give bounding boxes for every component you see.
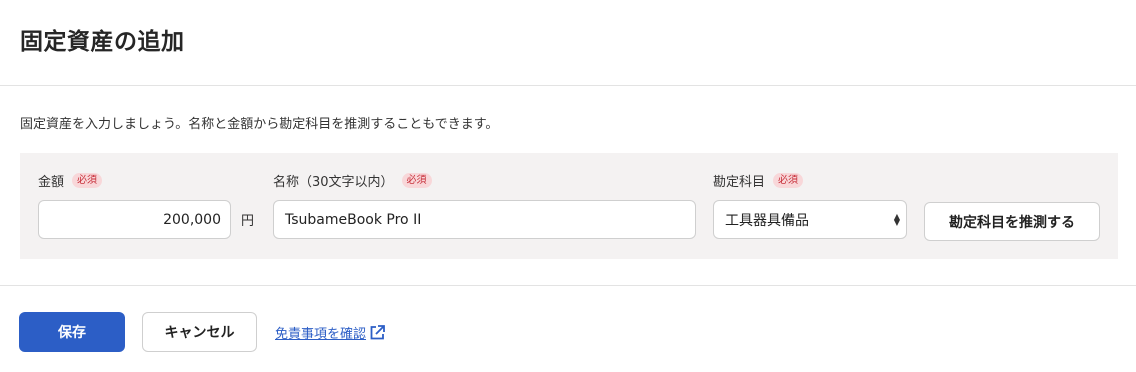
guess-account-button[interactable]: 勘定科目を推測する — [924, 202, 1100, 241]
dialog-title: 固定資産の追加 — [20, 29, 185, 55]
amount-required-badge: 必須 — [72, 173, 103, 188]
save-button[interactable]: 保存 — [19, 312, 125, 352]
account-select[interactable]: 工具器具備品 ▲ ▼ — [713, 200, 907, 239]
account-selected-value: 工具器具備品 — [725, 212, 809, 229]
amount-label: 金額 — [38, 175, 65, 190]
name-value: TsubameBook Pro II — [285, 211, 422, 228]
name-input[interactable]: TsubameBook Pro II — [273, 200, 696, 239]
dialog-footer: 保存 キャンセル 免責事項を確認 — [0, 286, 1136, 372]
dialog-description: 固定資産を入力しましょう。名称と金額から勘定科目を推測することもできます。 — [20, 117, 499, 132]
disclaimer-link[interactable]: 免責事項を確認 — [275, 323, 386, 342]
name-label: 名称（30文字以内） — [273, 175, 394, 190]
amount-input[interactable]: 200,000 — [38, 200, 231, 239]
account-label: 勘定科目 — [713, 175, 766, 190]
disclaimer-link-text: 免責事項を確認 — [275, 327, 367, 342]
dialog-header: 固定資産の追加 — [0, 0, 1136, 86]
account-required-badge: 必須 — [773, 173, 804, 188]
cancel-button[interactable]: キャンセル — [142, 312, 257, 352]
amount-label-row: 金額 必須 — [38, 171, 103, 190]
name-label-row: 名称（30文字以内） 必須 — [273, 171, 432, 190]
external-link-icon — [370, 324, 385, 339]
amount-unit: 円 — [241, 214, 255, 229]
asset-form-panel: 金額 必須 200,000 円 名称（30文字以内） 必須 TsubameBoo… — [20, 153, 1118, 259]
name-required-badge: 必須 — [401, 173, 432, 188]
account-label-row: 勘定科目 必須 — [713, 171, 804, 190]
dialog-body: 固定資産を入力しましょう。名称と金額から勘定科目を推測することもできます。 金額… — [0, 86, 1136, 286]
amount-value: 200,000 — [163, 211, 221, 228]
add-fixed-asset-dialog: 固定資産の追加 固定資産を入力しましょう。名称と金額から勘定科目を推測することも… — [0, 0, 1136, 372]
select-arrows-icon: ▲ ▼ — [893, 211, 900, 227]
